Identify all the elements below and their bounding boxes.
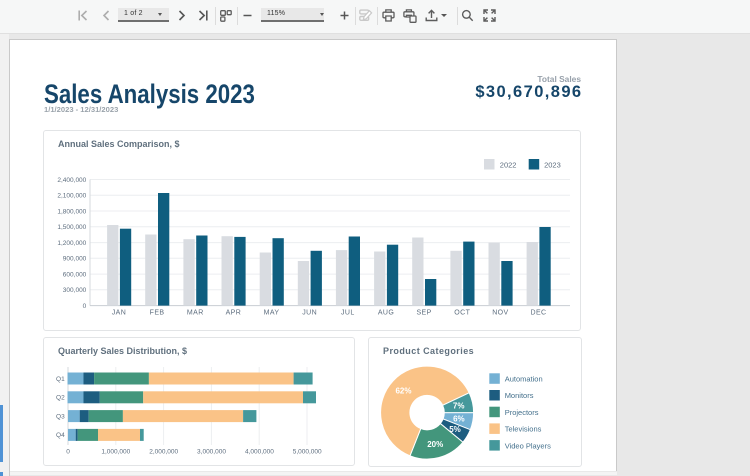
svg-text:Video Players: Video Players bbox=[505, 441, 551, 450]
svg-text:7%: 7% bbox=[453, 402, 465, 411]
svg-text:DEC: DEC bbox=[531, 310, 547, 317]
svg-text:NOV: NOV bbox=[492, 310, 508, 317]
svg-text:JAN: JAN bbox=[112, 310, 126, 317]
svg-text:Projectors: Projectors bbox=[505, 408, 539, 417]
svg-text:2,100,000: 2,100,000 bbox=[57, 193, 86, 200]
svg-text:5%: 5% bbox=[449, 425, 461, 434]
svg-text:2,400,000: 2,400,000 bbox=[57, 177, 86, 184]
svg-text:0: 0 bbox=[83, 303, 87, 310]
svg-text:900,000: 900,000 bbox=[63, 256, 87, 263]
svg-text:300,000: 300,000 bbox=[63, 287, 87, 294]
svg-text:APR: APR bbox=[226, 310, 242, 317]
svg-text:MAR: MAR bbox=[187, 310, 204, 317]
svg-text:SEP: SEP bbox=[416, 310, 431, 317]
svg-text:AUG: AUG bbox=[378, 310, 394, 317]
svg-text:2,000,000: 2,000,000 bbox=[149, 449, 178, 456]
svg-text:1,800,000: 1,800,000 bbox=[57, 208, 86, 215]
svg-text:Q2: Q2 bbox=[56, 395, 65, 402]
svg-text:62%: 62% bbox=[395, 386, 411, 395]
svg-text:MAY: MAY bbox=[264, 310, 280, 317]
svg-text:20%: 20% bbox=[427, 440, 443, 449]
svg-text:Automation: Automation bbox=[505, 375, 543, 384]
svg-text:Q3: Q3 bbox=[56, 413, 65, 420]
svg-text:2023: 2023 bbox=[544, 161, 561, 170]
svg-text:Monitors: Monitors bbox=[505, 391, 534, 400]
svg-text:Televisions: Televisions bbox=[505, 425, 542, 434]
svg-text:Q4: Q4 bbox=[56, 432, 65, 439]
svg-text:1,000,000: 1,000,000 bbox=[101, 449, 130, 456]
svg-text:Q1: Q1 bbox=[56, 376, 65, 383]
svg-text:0: 0 bbox=[66, 449, 70, 456]
svg-text:1,200,000: 1,200,000 bbox=[57, 240, 86, 247]
svg-text:OCT: OCT bbox=[454, 310, 470, 317]
svg-text:JUL: JUL bbox=[341, 310, 355, 317]
svg-text:3,000,000: 3,000,000 bbox=[197, 449, 226, 456]
svg-text:JUN: JUN bbox=[302, 310, 317, 317]
svg-text:1,500,000: 1,500,000 bbox=[57, 224, 86, 231]
svg-text:5,000,000: 5,000,000 bbox=[293, 449, 322, 456]
svg-text:FEB: FEB bbox=[150, 310, 165, 317]
svg-text:2022: 2022 bbox=[500, 161, 517, 170]
svg-text:600,000: 600,000 bbox=[63, 271, 87, 278]
svg-text:6%: 6% bbox=[453, 415, 465, 424]
svg-text:4,000,000: 4,000,000 bbox=[245, 449, 274, 456]
